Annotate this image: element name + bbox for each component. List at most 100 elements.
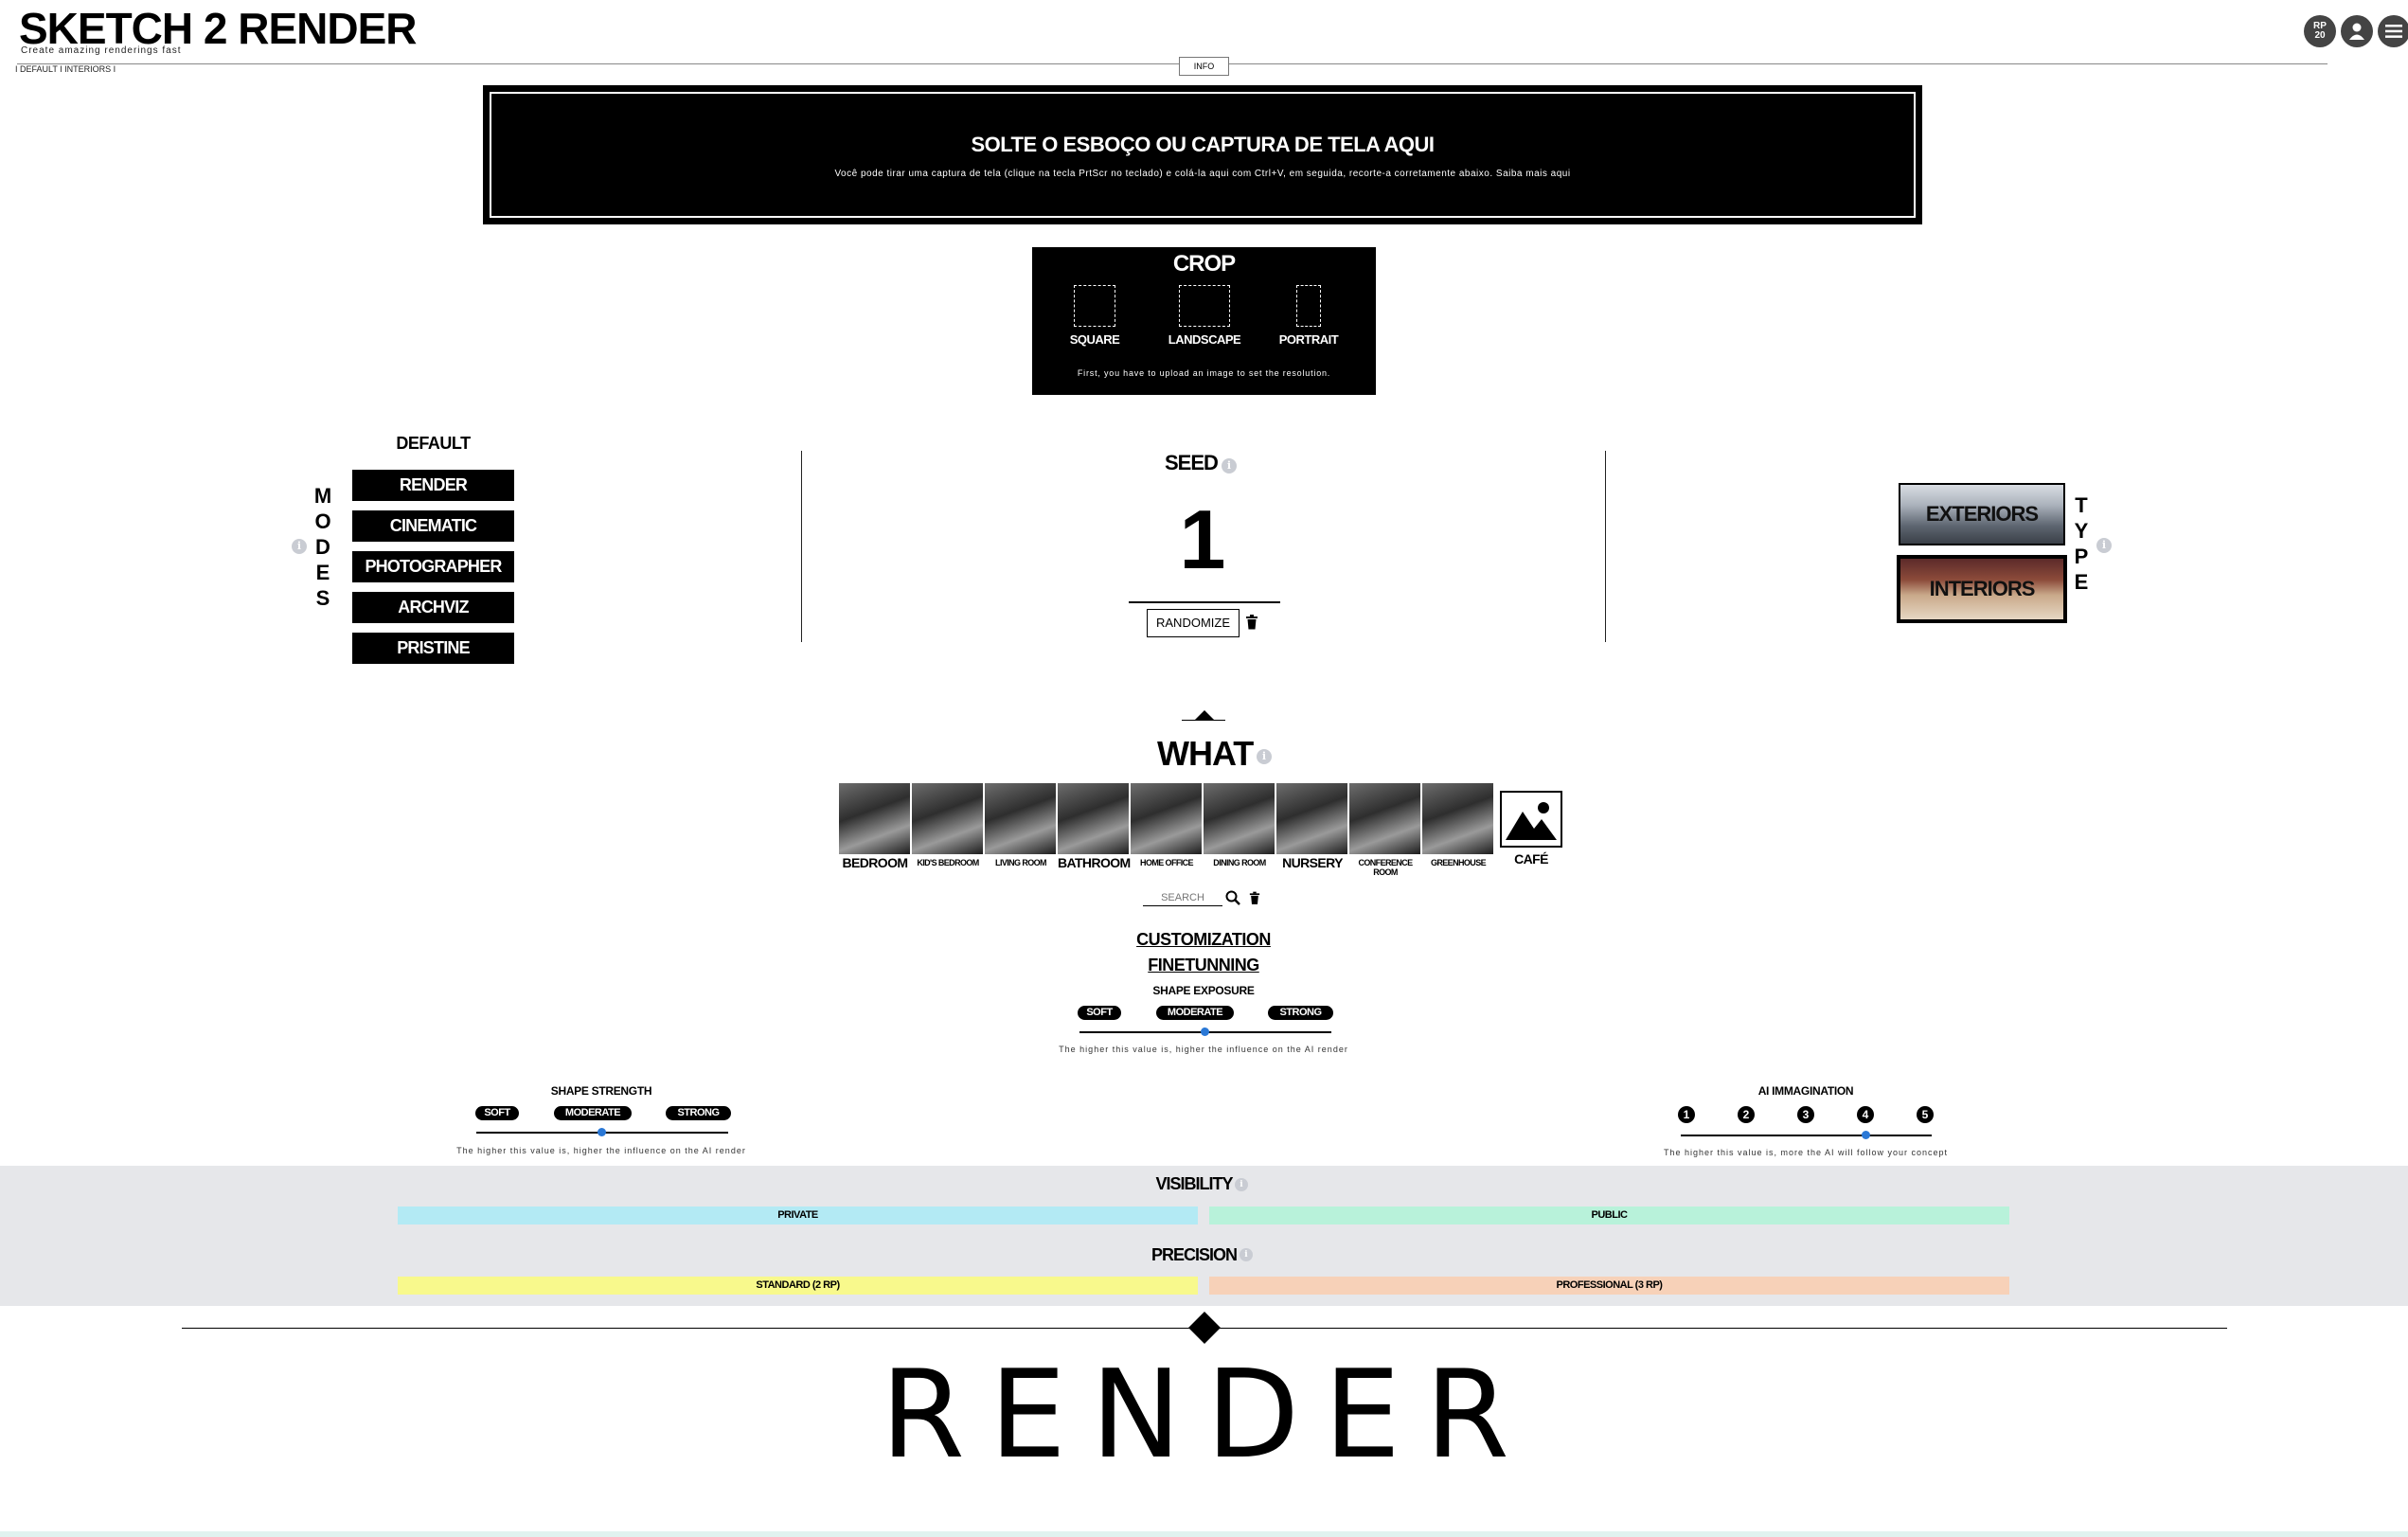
crop-landscape-label: LANDSCAPE <box>1168 332 1241 347</box>
search-icon[interactable] <box>1225 890 1240 910</box>
ai-imagination-slider[interactable] <box>1681 1135 1932 1136</box>
what-item-conference-room[interactable]: CONFERENCE ROOM <box>1349 783 1421 877</box>
ai-imagination-option-5[interactable]: 5 <box>1917 1106 1934 1123</box>
crop-title: CROP <box>1172 251 1236 277</box>
modes-selected-label: DEFAULT <box>396 434 471 453</box>
header-divider <box>17 63 2328 64</box>
mode-archviz-button[interactable]: ARCHVIZ <box>352 592 514 623</box>
crop-portrait-label: PORTRAIT <box>1278 332 1339 347</box>
what-item-home-office[interactable]: HOME OFFICE <box>1131 783 1203 867</box>
what-label: WHAT <box>1157 734 1254 773</box>
precision-standard-button[interactable]: STANDARD (2 RP) <box>398 1277 1198 1295</box>
precision-info-icon[interactable]: i <box>1240 1248 1253 1261</box>
visibility-info-icon[interactable]: i <box>1235 1178 1248 1191</box>
crop-panel: CROP SQUARE LANDSCAPE PORTRAIT First, yo… <box>1032 247 1376 395</box>
what-info-icon[interactable]: i <box>1257 749 1272 764</box>
visibility-label: VISIBILITY <box>1155 1174 1233 1193</box>
modes-info-icon[interactable]: i <box>292 539 307 554</box>
crop-portrait-option[interactable]: PORTRAIT <box>1273 285 1345 347</box>
what-item-nursery[interactable]: NURSERY <box>1276 783 1348 870</box>
shape-exposure-soft[interactable]: SOFT <box>1078 1006 1121 1020</box>
what-item-bedroom[interactable]: BEDROOM <box>839 783 911 869</box>
modes-vertical-label: MODES <box>309 483 337 611</box>
landscape-frame-icon <box>1179 285 1230 327</box>
vertical-letter: D <box>315 535 330 559</box>
ai-imagination-hint: The higher this value is, more the AI wi… <box>1663 1148 1949 1157</box>
what-item-dining-room[interactable]: DINING ROOM <box>1204 783 1275 867</box>
what-arrow-line <box>1182 720 1225 721</box>
shape-strength-moderate[interactable]: MODERATE <box>554 1106 632 1120</box>
user-icon[interactable] <box>2341 15 2373 47</box>
ai-imagination-option-2[interactable]: 2 <box>1738 1106 1755 1123</box>
shape-strength-label: SHAPE STRENGTH <box>550 1084 652 1098</box>
sketch-drop-zone[interactable]: SOLTE O ESBOÇO OU CAPTURA DE TELA AQUI V… <box>483 85 1922 224</box>
type-interiors-card[interactable]: INTERIORS <box>1897 555 2067 623</box>
menu-icon[interactable] <box>2378 15 2408 47</box>
visibility-public-button[interactable]: PUBLIC <box>1209 1206 2009 1224</box>
render-button[interactable]: RENDER <box>881 1345 1525 1487</box>
seed-label: SEED <box>1165 451 1219 474</box>
search-clear-trash-icon[interactable] <box>1249 891 1260 910</box>
vertical-letter: O <box>314 509 331 533</box>
what-item-label: BATHROOM <box>1058 855 1131 870</box>
type-info-icon[interactable]: i <box>2096 538 2112 553</box>
mode-pristine-button[interactable]: PRISTINE <box>352 633 514 664</box>
type-letters: TYPE <box>2067 492 2096 595</box>
what-item-label: DINING ROOM <box>1213 858 1266 867</box>
rp-badge-icon[interactable]: RP 20 <box>2304 15 2336 47</box>
what-item-greenhouse[interactable]: GREENHOUSE <box>1422 783 1494 867</box>
image-placeholder-icon <box>1500 791 1562 848</box>
diamond-icon <box>1188 1312 1221 1344</box>
what-item-kids-bedroom[interactable]: KID'S BEDROOM <box>912 783 984 867</box>
shape-strength-hint: The higher this value is, higher the inf… <box>456 1146 746 1155</box>
crop-square-option[interactable]: SQUARE <box>1064 285 1125 347</box>
breadcrumb[interactable]: I DEFAULT I INTERIORS I <box>15 64 116 74</box>
precision-professional-button[interactable]: PROFESSIONAL (3 RP) <box>1209 1277 2009 1295</box>
shape-strength-strong[interactable]: STRONG <box>666 1106 731 1120</box>
collapse-arrow-icon[interactable] <box>1195 710 1214 720</box>
living-room-thumbnail <box>985 783 1056 854</box>
dining-room-thumbnail <box>1204 783 1275 854</box>
home-office-thumbnail <box>1131 783 1202 854</box>
shape-exposure-slider-thumb[interactable] <box>1201 1028 1209 1036</box>
seed-trash-icon[interactable] <box>1245 615 1258 634</box>
shape-exposure-strong[interactable]: STRONG <box>1268 1006 1333 1020</box>
customization-link[interactable]: CUSTOMIZATION <box>1109 930 1298 950</box>
crop-landscape-option[interactable]: LANDSCAPE <box>1163 285 1246 347</box>
shape-exposure-moderate[interactable]: MODERATE <box>1156 1006 1234 1020</box>
what-search-input[interactable] <box>1143 892 1222 906</box>
visibility-private-button[interactable]: PRIVATE <box>398 1206 1198 1224</box>
shape-strength-soft[interactable]: SOFT <box>475 1106 519 1120</box>
vertical-letter: E <box>2074 570 2089 594</box>
vertical-letter: E <box>315 561 330 584</box>
ai-imagination-option-1[interactable]: 1 <box>1678 1106 1695 1123</box>
drop-zone-description[interactable]: Você pode tirar uma captura de tela (cli… <box>485 169 1920 179</box>
crop-square-label: SQUARE <box>1069 332 1120 347</box>
mode-cinematic-button[interactable]: CINEMATIC <box>352 510 514 542</box>
what-item-living-room[interactable]: LIVING ROOM <box>985 783 1057 867</box>
type-exteriors-card[interactable]: EXTERIORS <box>1899 483 2065 545</box>
nursery-thumbnail <box>1276 783 1347 854</box>
square-frame-icon <box>1074 285 1115 327</box>
mode-photographer-button[interactable]: PHOTOGRAPHER <box>352 551 514 582</box>
ai-imagination-option-3[interactable]: 3 <box>1797 1106 1814 1123</box>
precision-label: PRECISION <box>1150 1245 1238 1264</box>
what-item-cafe[interactable]: CAFÉ <box>1495 783 1567 867</box>
what-item-bathroom[interactable]: BATHROOM <box>1058 783 1131 870</box>
finetuning-link[interactable]: FINETUNNING <box>1109 956 1298 975</box>
ai-imagination-label: AI IMMAGINATION <box>1757 1084 1854 1098</box>
what-item-label: NURSERY <box>1282 855 1343 870</box>
shape-strength-slider-thumb[interactable] <box>598 1128 606 1136</box>
crop-note: First, you have to upload an image to se… <box>1077 368 1331 378</box>
ai-imagination-option-4[interactable]: 4 <box>1857 1106 1874 1123</box>
greenhouse-thumbnail <box>1422 783 1493 854</box>
seed-info-icon[interactable]: i <box>1222 458 1237 474</box>
mode-render-button[interactable]: RENDER <box>352 470 514 501</box>
info-tab[interactable]: INFO <box>1179 57 1229 76</box>
what-item-label: KID'S BEDROOM <box>917 858 979 867</box>
what-item-label: CAFÉ <box>1514 851 1548 867</box>
ai-imagination-slider-thumb[interactable] <box>1862 1131 1870 1139</box>
randomize-button[interactable]: RANDOMIZE <box>1147 609 1240 637</box>
vertical-letter: S <box>315 586 330 610</box>
seed-value[interactable]: 1 <box>1127 492 1278 587</box>
